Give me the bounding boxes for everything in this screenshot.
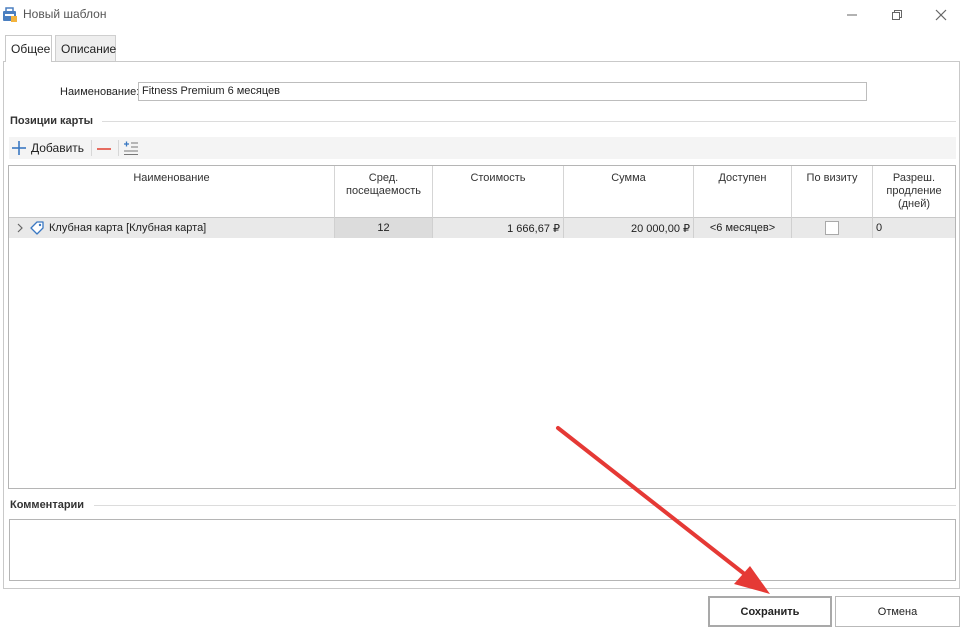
- card-tag-icon: [29, 220, 45, 236]
- positions-group-divider: [102, 121, 956, 122]
- minus-icon: [96, 140, 112, 156]
- column-header-cost[interactable]: Стоимость: [433, 166, 564, 218]
- row-name-cell: Клубная карта [Клубная карта]: [49, 222, 207, 234]
- remove-button[interactable]: [96, 137, 112, 159]
- name-field[interactable]: Fitness Premium 6 месяцев: [138, 82, 867, 101]
- column-header-sum[interactable]: Сумма: [564, 166, 694, 218]
- row-available-cell[interactable]: <6 месяцев>: [694, 218, 792, 238]
- name-label: Наименование:: [60, 86, 140, 98]
- tab-general[interactable]: Общее: [5, 35, 52, 62]
- tab-description[interactable]: Описание: [55, 35, 116, 61]
- row-per-visit-cell: [792, 218, 873, 238]
- restore-icon: [891, 9, 903, 21]
- restore-button[interactable]: [882, 3, 912, 27]
- column-header-extension-label: Разреш. продление (дней): [886, 172, 942, 210]
- column-header-name[interactable]: Наименование: [9, 166, 335, 218]
- close-button[interactable]: [926, 3, 956, 27]
- row-attendance-cell[interactable]: 12: [335, 218, 433, 238]
- add-button[interactable]: Добавить: [11, 137, 84, 159]
- column-header-available[interactable]: Доступен: [694, 166, 792, 218]
- plus-icon: [11, 140, 27, 156]
- comments-field[interactable]: [9, 519, 956, 581]
- close-icon: [935, 9, 947, 21]
- table-row[interactable]: Клубная карта [Клубная карта]: [9, 218, 335, 238]
- toolbar-separator: [91, 140, 92, 156]
- comments-group-title: Комментарии: [10, 499, 85, 511]
- list-settings-icon: [123, 140, 139, 156]
- minimize-button[interactable]: [837, 3, 867, 27]
- positions-grid: Наименование Сред. посещаемость Стоимост…: [8, 165, 956, 489]
- expand-row-icon[interactable]: [14, 222, 26, 234]
- row-sum-cell[interactable]: 20 000,00 ₽: [564, 218, 694, 238]
- list-settings-button[interactable]: [123, 137, 139, 159]
- column-header-attendance[interactable]: Сред. посещаемость: [335, 166, 433, 218]
- toolbar-separator: [118, 140, 119, 156]
- minimize-icon: [846, 9, 858, 21]
- comments-group-divider: [94, 505, 956, 506]
- save-button[interactable]: Сохранить: [708, 596, 832, 627]
- per-visit-checkbox[interactable]: [825, 221, 839, 235]
- window-title: Новый шаблон: [23, 7, 107, 21]
- template-icon: [2, 7, 18, 23]
- positions-toolbar: Добавить: [9, 137, 956, 159]
- row-cost-cell[interactable]: 1 666,67 ₽: [433, 218, 564, 238]
- row-extension-cell[interactable]: 0: [873, 218, 955, 238]
- positions-group-title: Позиции карты: [10, 115, 94, 127]
- cancel-button[interactable]: Отмена: [835, 596, 960, 627]
- column-header-per-visit[interactable]: По визиту: [792, 166, 873, 218]
- column-header-extension[interactable]: Разреш. продление (дней): [873, 166, 955, 218]
- title-bar: Новый шаблон: [0, 0, 964, 30]
- add-button-label: Добавить: [31, 141, 85, 155]
